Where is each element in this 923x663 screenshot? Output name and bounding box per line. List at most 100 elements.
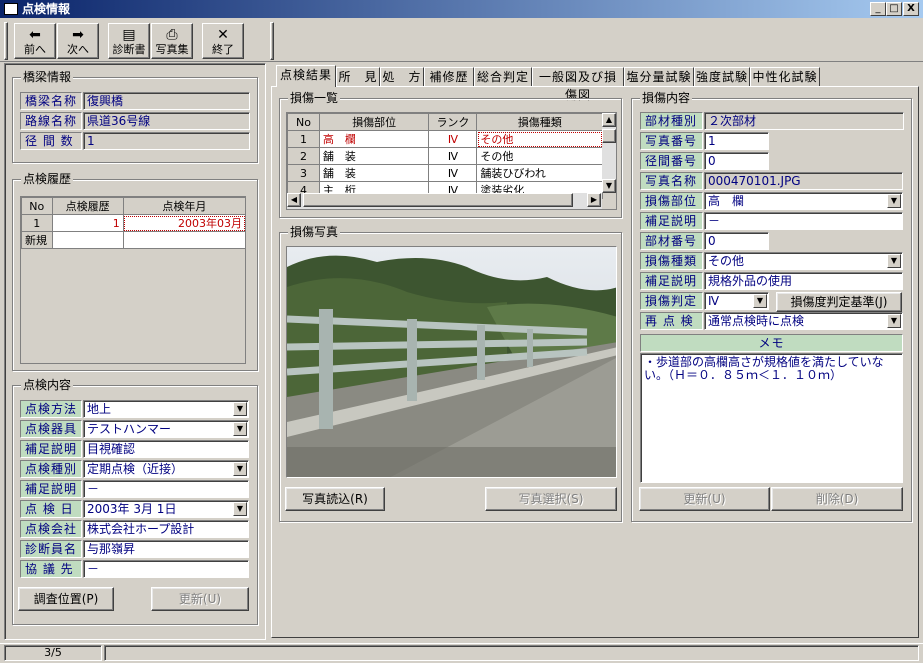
detail-field-text: 高 欄	[708, 194, 745, 208]
minimize-button[interactable]: _	[870, 2, 886, 16]
next-button[interactable]: ➡ 次へ	[57, 23, 99, 59]
detail-field-label: 写真番号	[640, 132, 703, 150]
memo-textarea[interactable]: ・歩道部の高欄高さが規格値を満たしていない。（Ｈ＝０．８５ｍ＜１．１０ｍ）	[640, 353, 903, 483]
damage-part[interactable]: 舗 装	[318, 147, 430, 165]
damage-rank[interactable]: Ⅳ	[428, 130, 478, 148]
tab-9[interactable]: 中性化試験	[750, 67, 820, 87]
detail-field-value[interactable]: 高 欄 ▼	[704, 192, 903, 210]
history-row[interactable]: 新規	[21, 231, 247, 249]
chevron-down-icon[interactable]: ▼	[753, 294, 767, 308]
page-counter: 3/5	[4, 645, 102, 661]
title-bar: 点検情報	[0, 0, 923, 18]
chevron-down-icon[interactable]: ▼	[233, 462, 247, 476]
chevron-down-icon[interactable]: ▼	[887, 314, 901, 328]
detail-update-button[interactable]: 更新(U)	[639, 487, 770, 511]
history-header: 点検履歴	[51, 197, 124, 215]
scroll-thumb[interactable]	[602, 129, 616, 143]
detail-field-value[interactable]: その他 ▼	[704, 252, 903, 270]
history-no: 新規	[21, 231, 53, 249]
survey-position-button[interactable]: 調査位置(P)	[18, 587, 114, 611]
scroll-down-icon[interactable]: ▼	[602, 179, 616, 193]
detail-field-label: 損傷判定	[640, 292, 703, 310]
inspection-field-text: 地上	[87, 402, 112, 416]
chevron-down-icon[interactable]: ▼	[887, 194, 901, 208]
tab-1[interactable]: 点検結果	[276, 65, 336, 87]
close-button[interactable]: X	[903, 2, 919, 16]
chevron-down-icon[interactable]: ▼	[233, 402, 247, 416]
damage-rank[interactable]: Ⅳ	[428, 164, 478, 182]
detail-field-value[interactable]: 1	[704, 132, 769, 150]
inspection-field-value[interactable]: 株式会社ホープ設計	[83, 520, 249, 538]
scroll-right-icon[interactable]: ▶	[587, 193, 601, 207]
damage-row[interactable]: 1高 欄 Ⅳ その他	[287, 130, 603, 148]
damage-kind[interactable]: 舗装ひびわれ	[476, 164, 603, 182]
inspection-field-label: 診断員名	[20, 540, 82, 558]
inspection-field-value[interactable]: －	[83, 480, 249, 498]
tab-3[interactable]: 処 方	[380, 67, 424, 87]
inspection-field-value[interactable]: 2003年 3月 1日 ▼	[83, 500, 249, 518]
history-date[interactable]: 2003年03月	[122, 214, 247, 232]
detail-field-text: ２次部材	[708, 114, 757, 128]
damage-rank[interactable]: Ⅳ	[428, 147, 478, 165]
inspection-field-value[interactable]: 定期点検（近接） ▼	[83, 460, 249, 478]
history-row[interactable]: 1 1 2003年03月	[21, 214, 247, 232]
damage-no: 3	[287, 164, 320, 182]
inspection-field-value[interactable]: 目視確認	[83, 440, 249, 458]
detail-field-value[interactable]: －	[704, 212, 903, 230]
maximize-button[interactable]: □	[886, 2, 902, 16]
inspection-field-value[interactable]: 地上 ▼	[83, 400, 249, 418]
bridge-field-label: 径 間 数	[20, 132, 82, 150]
diag-label: 診断書	[112, 43, 146, 56]
chevron-down-icon[interactable]: ▼	[233, 502, 247, 516]
detail-field-value[interactable]: Ⅳ ▼	[704, 292, 769, 310]
history-count[interactable]: 1	[51, 214, 124, 232]
damage-part[interactable]: 舗 装	[318, 164, 430, 182]
photo-load-button[interactable]: 写真読込(R)	[285, 487, 385, 511]
history-count[interactable]	[51, 231, 124, 249]
photos-button[interactable]: ⎙ 写真集	[151, 23, 193, 59]
detail-field-label: 再 点 検	[640, 312, 703, 330]
tab-2[interactable]: 所 見	[336, 67, 380, 87]
history-date[interactable]	[122, 231, 247, 249]
damage-no: 1	[287, 130, 320, 148]
photo-select-button[interactable]: 写真選択(S)	[485, 487, 617, 511]
detail-field-value[interactable]: 0	[704, 232, 769, 250]
bridge-field-value: 1	[83, 132, 250, 150]
tab-7[interactable]: 塩分量試験	[624, 67, 694, 87]
detail-field-value[interactable]: 0	[704, 152, 769, 170]
tab-6[interactable]: 一般図及び損傷図	[532, 67, 624, 102]
tab-8[interactable]: 強度試験	[694, 67, 750, 87]
inspection-field-value[interactable]: 与那嶺昇	[83, 540, 249, 558]
diagnosis-button[interactable]: ▤ 診断書	[108, 23, 150, 59]
inspection-field-value[interactable]: テストハンマー ▼	[83, 420, 249, 438]
history-header: No	[21, 197, 53, 215]
damage-row[interactable]: 3舗 装 Ⅳ 舗装ひびわれ	[287, 164, 603, 182]
scroll-left-icon[interactable]: ◀	[287, 193, 301, 207]
detail-field-label: 部材種別	[640, 112, 703, 130]
detail-field-label: 損傷部位	[640, 192, 703, 210]
history-no: 1	[21, 214, 53, 232]
scroll-up-icon[interactable]: ▲	[602, 113, 616, 127]
chevron-down-icon[interactable]: ▼	[233, 422, 247, 436]
app-icon	[4, 3, 18, 15]
tab-4[interactable]: 補修歴	[424, 67, 474, 87]
tab-5[interactable]: 総合判定	[474, 67, 532, 87]
chevron-down-icon[interactable]: ▼	[887, 254, 901, 268]
hscroll-thumb[interactable]	[303, 193, 573, 207]
damage-part[interactable]: 高 欄	[318, 130, 430, 148]
damage-kind[interactable]: その他	[476, 147, 603, 165]
prev-button[interactable]: ⬅ 前へ	[14, 23, 56, 59]
detail-field-value[interactable]: 規格外品の使用	[704, 272, 903, 290]
inspection-update-button[interactable]: 更新(U)	[151, 587, 249, 611]
damage-kind[interactable]: その他	[476, 130, 603, 148]
damage-hscroll[interactable]: ◀ ▶	[287, 193, 602, 209]
criteria-button[interactable]: 損傷度判定基準(J)	[776, 292, 902, 312]
inspection-field-value[interactable]: －	[83, 560, 249, 578]
detail-field-value[interactable]: 通常点検時に点検 ▼	[704, 312, 903, 330]
detail-field-value: 000470101.JPG	[704, 172, 903, 190]
document-icon: ▤	[122, 27, 136, 43]
exit-button[interactable]: ✕ 終了	[202, 23, 244, 59]
damage-vscroll[interactable]: ▲ ▼	[602, 113, 616, 193]
detail-delete-button[interactable]: 削除(D)	[771, 487, 903, 511]
damage-row[interactable]: 2舗 装 Ⅳ その他	[287, 147, 603, 165]
